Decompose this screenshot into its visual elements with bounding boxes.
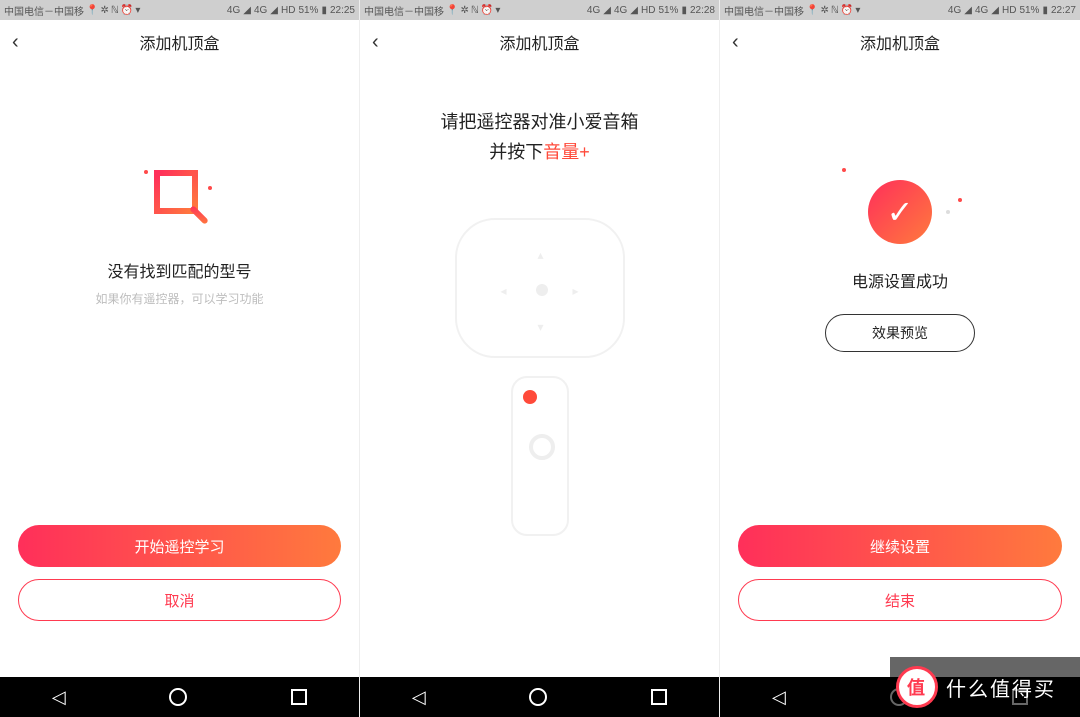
nav-back-button[interactable]: ◁ <box>412 687 426 708</box>
success-check-icon: ✓ <box>868 180 932 244</box>
android-nav-bar: ◁ <box>360 677 719 717</box>
end-button[interactable]: 结束 <box>738 579 1062 621</box>
signal-4g-label: 4G <box>227 5 240 16</box>
back-button[interactable]: ‹ <box>372 31 379 54</box>
content-area: 请把遥控器对准小爱音箱 并按下音量+ ▴▾◂▸ <box>360 64 719 677</box>
signal-icon: ◢ <box>243 5 251 16</box>
phone-screen-2: 中国电信－中国移 📍 ✲ ℕ ⏰ ▾ 4G ◢ 4G ◢ HD 51% ▮ 22… <box>360 0 720 717</box>
signal-icon-2: ◢ <box>270 5 278 16</box>
carrier-label: 中国电信－中国移 <box>364 3 444 18</box>
bluetooth-icon: ✲ <box>100 5 108 16</box>
nfc-icon: ℕ <box>471 5 479 16</box>
bluetooth-icon: ✲ <box>460 5 468 16</box>
instruction-prefix: 并按下 <box>489 142 543 162</box>
no-match-subtitle: 如果你有遥控器，可以学习功能 <box>95 290 263 307</box>
page-title: 添加机顶盒 <box>499 30 579 54</box>
phone-screen-3: 中国电信－中国移 📍 ✲ ℕ ⏰ ▾ 4G ◢ 4G ◢ HD 51% ▮ 22… <box>720 0 1080 717</box>
content-area: ✓ 电源设置成功 效果预览 继续设置 结束 <box>720 64 1080 677</box>
nav-back-button[interactable]: ◁ <box>52 687 66 708</box>
carrier-label: 中国电信－中国移 <box>724 3 804 18</box>
nav-home-button[interactable] <box>529 688 547 706</box>
back-button[interactable]: ‹ <box>732 31 739 54</box>
nav-home-button[interactable] <box>169 688 187 706</box>
signal-icon-2: ◢ <box>991 5 999 16</box>
nav-back-button[interactable]: ◁ <box>772 687 786 708</box>
signal-icon: ◢ <box>603 5 611 16</box>
alarm-icon: ⏰ <box>481 5 493 16</box>
nav-recent-button[interactable] <box>651 689 667 705</box>
location-icon: 📍 <box>806 5 818 16</box>
hd-label: HD <box>641 5 655 16</box>
nfc-icon: ℕ <box>111 5 119 16</box>
signal-4g-label-2: 4G <box>975 5 988 16</box>
alarm-icon: ⏰ <box>121 5 133 16</box>
status-bar: 中国电信－中国移 📍 ✲ ℕ ⏰ ▾ 4G ◢ 4G ◢ HD 51% ▮ 22… <box>720 0 1080 20</box>
battery-pct: 51% <box>658 5 678 16</box>
instruction-line-1: 请把遥控器对准小爱音箱 <box>360 108 719 134</box>
signal-icon-2: ◢ <box>630 5 638 16</box>
carrier-label: 中国电信－中国移 <box>4 3 84 18</box>
nfc-icon: ℕ <box>831 5 839 16</box>
wifi-icon: ▾ <box>495 5 500 16</box>
battery-icon: ▮ <box>681 5 687 16</box>
battery-icon: ▮ <box>1042 5 1048 16</box>
clock-label: 22:27 <box>1051 5 1076 16</box>
hd-label: HD <box>1002 5 1016 16</box>
remote-illustration <box>511 376 569 536</box>
content-area: 没有找到匹配的型号 如果你有遥控器，可以学习功能 开始遥控学习 取消 <box>0 64 359 677</box>
status-bar: 中国电信－中国移 📍 ✲ ℕ ⏰ ▾ 4G ◢ 4G ◢ HD 51% ▮ 22… <box>360 0 719 20</box>
cancel-button[interactable]: 取消 <box>18 579 341 621</box>
hd-label: HD <box>281 5 295 16</box>
instruction-accent: 音量+ <box>543 142 590 162</box>
back-button[interactable]: ‹ <box>12 31 19 54</box>
success-title: 电源设置成功 <box>852 268 948 292</box>
status-bar: 中国电信－中国移 📍 ✲ ℕ ⏰ ▾ 4G ◢ 4G ◢ HD 51% ▮ 22… <box>0 0 359 20</box>
clock-label: 22:25 <box>330 5 355 16</box>
signal-4g-label-2: 4G <box>614 5 627 16</box>
location-icon: 📍 <box>446 5 458 16</box>
page-title: 添加机顶盒 <box>139 30 219 54</box>
android-nav-bar: ◁ <box>0 677 359 717</box>
bluetooth-icon: ✲ <box>820 5 828 16</box>
title-bar: ‹ 添加机顶盒 <box>360 20 719 64</box>
preview-button[interactable]: 效果预览 <box>825 314 975 352</box>
signal-icon: ◢ <box>964 5 972 16</box>
watermark-badge: 值 <box>896 666 938 708</box>
signal-4g-label: 4G <box>587 5 600 16</box>
instruction-line-2: 并按下音量+ <box>360 138 719 164</box>
start-learning-button[interactable]: 开始遥控学习 <box>18 525 341 567</box>
wifi-icon: ▾ <box>135 5 140 16</box>
watermark: 值 什么值得买 <box>890 657 1080 717</box>
battery-icon: ▮ <box>321 5 327 16</box>
alarm-icon: ⏰ <box>841 5 853 16</box>
signal-4g-label-2: 4G <box>254 5 267 16</box>
watermark-text: 什么值得买 <box>946 673 1056 702</box>
continue-button[interactable]: 继续设置 <box>738 525 1062 567</box>
title-bar: ‹ 添加机顶盒 <box>720 20 1080 64</box>
phone-screen-1: 中国电信－中国移 📍 ✲ ℕ ⏰ ▾ 4G ◢ 4G ◢ HD 51% ▮ 22… <box>0 0 360 717</box>
nav-recent-button[interactable] <box>291 689 307 705</box>
no-match-title: 没有找到匹配的型号 <box>107 258 251 282</box>
wifi-icon: ▾ <box>855 5 860 16</box>
battery-pct: 51% <box>298 5 318 16</box>
speaker-illustration: ▴▾◂▸ <box>455 218 625 358</box>
remote-led-icon <box>523 390 537 404</box>
clock-label: 22:28 <box>690 5 715 16</box>
title-bar: ‹ 添加机顶盒 <box>0 20 359 64</box>
page-title: 添加机顶盒 <box>860 30 940 54</box>
signal-4g-label: 4G <box>948 5 961 16</box>
battery-pct: 51% <box>1019 5 1039 16</box>
location-icon: 📍 <box>86 5 98 16</box>
search-icon <box>144 164 216 236</box>
